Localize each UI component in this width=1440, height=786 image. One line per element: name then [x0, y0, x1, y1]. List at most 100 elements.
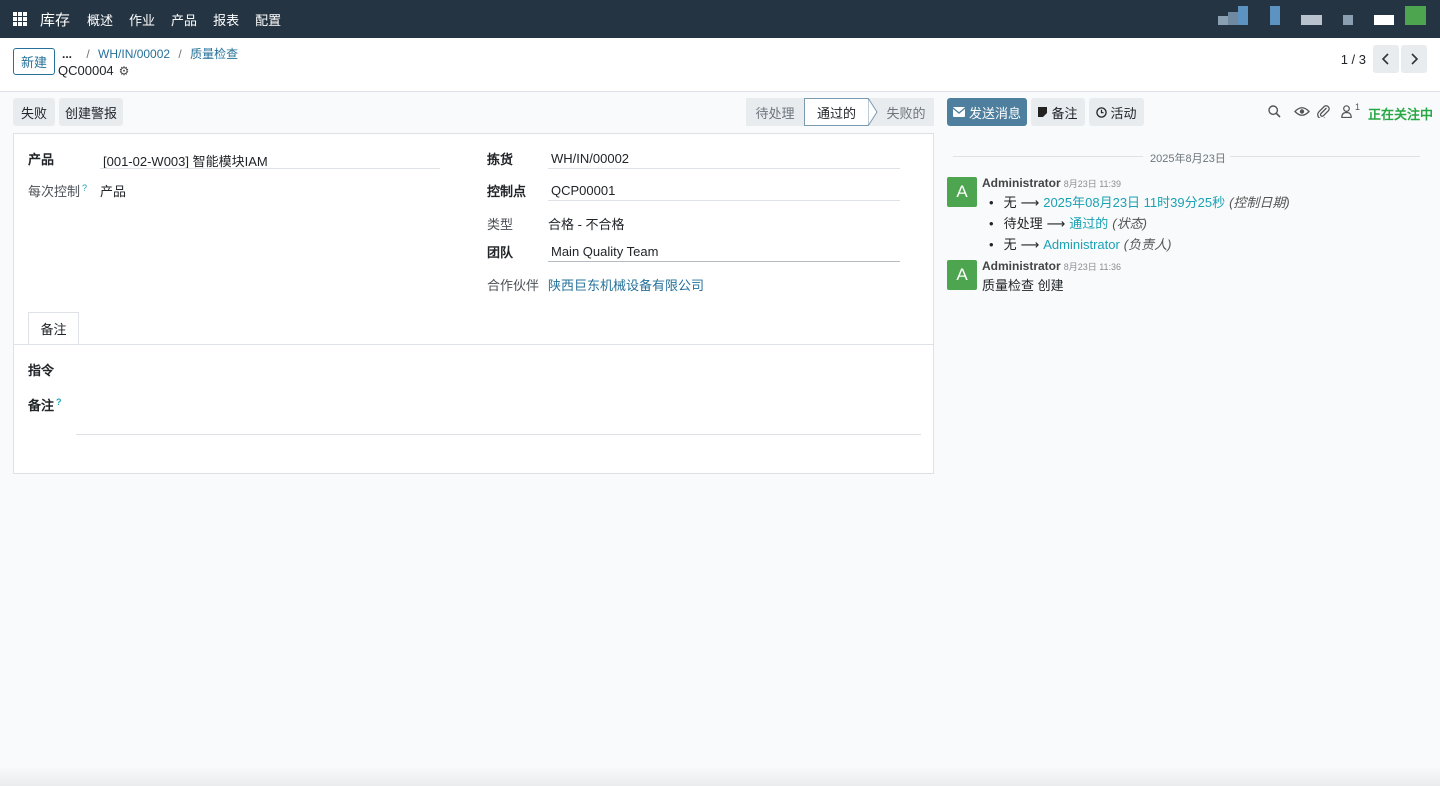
arrow-right-icon: ⟶: [1046, 216, 1066, 231]
date-separator-text: 2025年8月23日: [1150, 153, 1226, 165]
tab-notes[interactable]: 备注: [28, 312, 79, 345]
tracking-new-value: Administrator: [1043, 237, 1120, 252]
tracking-line: • 无 ⟶ 2025年08月23日 11时39分25秒 (控制日期): [989, 192, 1290, 211]
bullet: •: [989, 195, 994, 210]
activity-button[interactable]: 活动: [1089, 98, 1144, 126]
stage-passed[interactable]: 通过的: [804, 98, 868, 126]
breadcrumb: ... / WH/IN/00002 / 质量检查: [62, 45, 238, 62]
stage-pending[interactable]: 待处理: [746, 98, 804, 126]
menu-configuration[interactable]: 配置: [255, 10, 281, 29]
message-time: 8月23日 11:39: [1063, 179, 1122, 189]
message-author: Administrator 8月23日 11:39: [982, 176, 1121, 190]
new-button[interactable]: 新建: [13, 48, 55, 75]
tracking-old-value: 无: [1003, 237, 1017, 252]
date-separator-line: [1230, 156, 1420, 157]
record-name: QC00004: [58, 63, 114, 78]
product-field-underline: [100, 168, 440, 169]
avatar[interactable]: A: [947, 177, 977, 207]
fail-button[interactable]: 失败: [13, 98, 55, 126]
log-note-button[interactable]: 备注: [1031, 98, 1085, 126]
date-separator-line: [953, 156, 1143, 157]
menu-operations[interactable]: 作业: [129, 10, 155, 29]
clock-icon: [1096, 106, 1108, 118]
search-icon[interactable]: [1268, 105, 1281, 118]
menu-reporting[interactable]: 报表: [213, 10, 239, 29]
message-author-name[interactable]: Administrator: [982, 176, 1061, 190]
breadcrumb-item-quality-check[interactable]: 质量检查: [190, 47, 238, 61]
arrow-right-icon: ⟶: [1020, 237, 1040, 252]
tracking-old-value: 无: [1003, 195, 1017, 210]
top-navbar: 库存 概述 作业 产品 报表 配置: [0, 0, 1440, 38]
breadcrumb-separator: /: [178, 47, 182, 61]
pager-previous-button[interactable]: [1373, 45, 1399, 73]
tracking-field: (控制日期): [1229, 195, 1290, 210]
follower-count: 1: [1355, 102, 1361, 112]
chevron-left-icon: [1381, 53, 1389, 65]
notes-label: 备注?: [28, 395, 62, 414]
menu-overview[interactable]: 概述: [87, 10, 113, 29]
record-title: QC00004 ⚙: [58, 63, 129, 78]
apps-menu-icon[interactable]: [13, 12, 27, 26]
control-point-field-underline: [548, 200, 900, 201]
avatar[interactable]: A: [947, 260, 977, 290]
control-per-label-text: 每次控制: [28, 184, 81, 199]
bullet: •: [989, 237, 994, 252]
follower-icon[interactable]: [1341, 105, 1352, 118]
stage-failed[interactable]: 失败的: [878, 98, 934, 126]
message-author-name[interactable]: Administrator: [982, 259, 1061, 273]
send-message-button[interactable]: 发送消息: [947, 98, 1027, 126]
picking-label: 拣货: [487, 152, 514, 167]
following-button[interactable]: 正在关注中: [1368, 104, 1433, 123]
paperclip-icon[interactable]: [1317, 104, 1330, 118]
systray-item-icon[interactable]: [1301, 15, 1322, 25]
tracking-new-value: 2025年08月23日 11时39分25秒: [1043, 195, 1226, 210]
message-body: 质量检查 创建: [982, 278, 1064, 293]
control-per-value: 产品: [100, 184, 127, 199]
systray-item-icon[interactable]: [1374, 15, 1394, 25]
systray-item-icon[interactable]: [1343, 15, 1353, 25]
systray-item-icon[interactable]: [1228, 12, 1238, 25]
team-field[interactable]: Main Quality Team: [551, 244, 658, 259]
message-author: Administrator 8月23日 11:36: [982, 259, 1121, 273]
bullet: •: [989, 216, 994, 231]
gear-icon[interactable]: ⚙: [119, 64, 130, 78]
control-point-label: 控制点: [487, 184, 527, 199]
help-icon[interactable]: ?: [56, 397, 62, 407]
team-field-underline: [548, 261, 900, 262]
envelope-icon: [952, 107, 965, 117]
product-label: 产品: [28, 152, 55, 167]
breadcrumb-item-picking[interactable]: WH/IN/00002: [98, 47, 170, 61]
pager-value[interactable]: 1 / 3: [1341, 52, 1366, 67]
type-value: 合格 - 不合格: [548, 217, 625, 232]
create-alert-button[interactable]: 创建警报: [59, 98, 123, 126]
systray-item-icon[interactable]: [1238, 6, 1248, 25]
systray-item-icon[interactable]: [1270, 6, 1280, 25]
picking-field[interactable]: WH/IN/00002: [551, 151, 629, 166]
send-message-label: 发送消息: [968, 105, 1021, 121]
picking-field-underline: [548, 168, 900, 169]
tracking-field: (状态): [1112, 216, 1147, 231]
form-sheet: 产品 [001-02-W003] 智能模块IAM 每次控制? 产品 拣货 WH/…: [13, 133, 934, 474]
app-name[interactable]: 库存: [40, 9, 70, 30]
eye-icon[interactable]: [1294, 106, 1310, 117]
tracking-old-value: 待处理: [1003, 216, 1043, 231]
control-point-field[interactable]: QCP00001: [551, 183, 615, 198]
chevron-right-icon: [1411, 53, 1419, 65]
partner-link[interactable]: 陕西巨东机械设备有限公司: [548, 275, 704, 294]
systray-item-icon[interactable]: [1405, 6, 1426, 25]
log-note-label: 备注: [1051, 105, 1078, 121]
breadcrumb-more-button[interactable]: ...: [62, 47, 72, 61]
systray-item-icon[interactable]: [1218, 16, 1228, 25]
note-icon: [1038, 107, 1048, 117]
activity-label: 活动: [1110, 105, 1137, 121]
notes-field[interactable]: [76, 434, 921, 435]
pager-next-button[interactable]: [1401, 45, 1427, 73]
menu-products[interactable]: 产品: [171, 10, 197, 29]
message-time: 8月23日 11:36: [1063, 262, 1122, 272]
instructions-label: 指令: [28, 363, 55, 378]
date-separator: 2025年8月23日: [953, 150, 1420, 165]
control-per-label: 每次控制?: [28, 181, 87, 200]
tracking-line: • 待处理 ⟶ 通过的 (状态): [989, 213, 1147, 232]
control-panel: 新建 ... / WH/IN/00002 / 质量检查 QC00004 ⚙ 1 …: [0, 38, 1440, 92]
help-icon[interactable]: ?: [82, 183, 87, 193]
